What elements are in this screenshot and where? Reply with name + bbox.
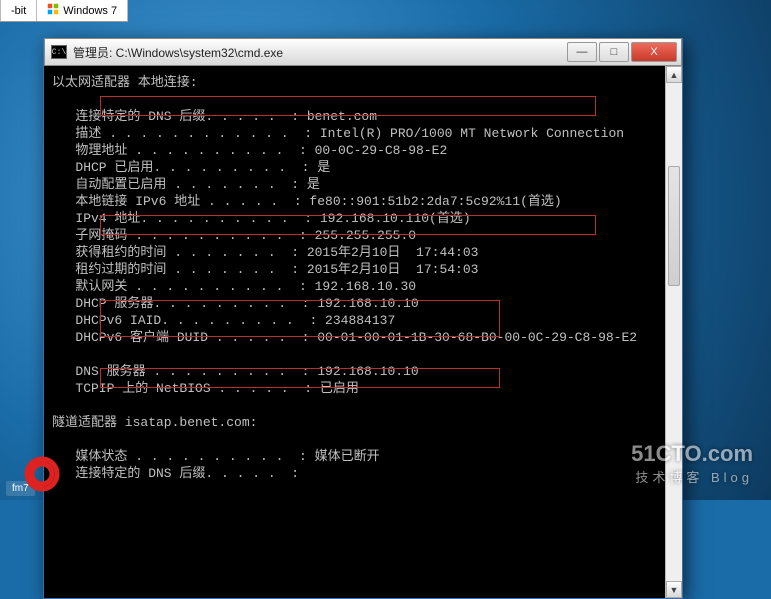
tab-label: Windows 7 bbox=[63, 5, 117, 17]
terminal-output: 以太网适配器 本地连接: 连接特定的 DNS 后缀. . . . . : ben… bbox=[44, 66, 682, 598]
scrollbar[interactable]: ▲ ▼ bbox=[665, 66, 682, 598]
watermark-sub: 技术博客 Blog bbox=[631, 467, 753, 486]
tab-label: -bit bbox=[11, 5, 26, 17]
browser-tabs: -bit Windows 7 bbox=[0, 0, 128, 22]
window-title: 管理员: C:\Windows\system32\cmd.exe bbox=[73, 44, 283, 61]
maximize-button[interactable]: □ bbox=[599, 42, 629, 62]
scroll-up-button[interactable]: ▲ bbox=[666, 66, 682, 83]
cmd-icon: C:\ bbox=[51, 45, 67, 59]
titlebar[interactable]: C:\ 管理员: C:\Windows\system32\cmd.exe — □… bbox=[44, 38, 682, 66]
windows-icon bbox=[47, 3, 59, 18]
close-button[interactable]: X bbox=[631, 42, 677, 62]
red-swirl-icon bbox=[24, 456, 60, 492]
cmd-window: C:\ 管理员: C:\Windows\system32\cmd.exe — □… bbox=[43, 38, 683, 599]
tab-windows7[interactable]: Windows 7 bbox=[37, 0, 128, 21]
watermark-main: 51CTO.com bbox=[631, 441, 753, 466]
minimize-button[interactable]: — bbox=[567, 42, 597, 62]
scroll-thumb[interactable] bbox=[668, 166, 680, 286]
scroll-down-button[interactable]: ▼ bbox=[666, 581, 682, 598]
tab-bit[interactable]: -bit bbox=[0, 0, 37, 21]
watermark: 51CTO.com 技术博客 Blog bbox=[631, 441, 753, 486]
